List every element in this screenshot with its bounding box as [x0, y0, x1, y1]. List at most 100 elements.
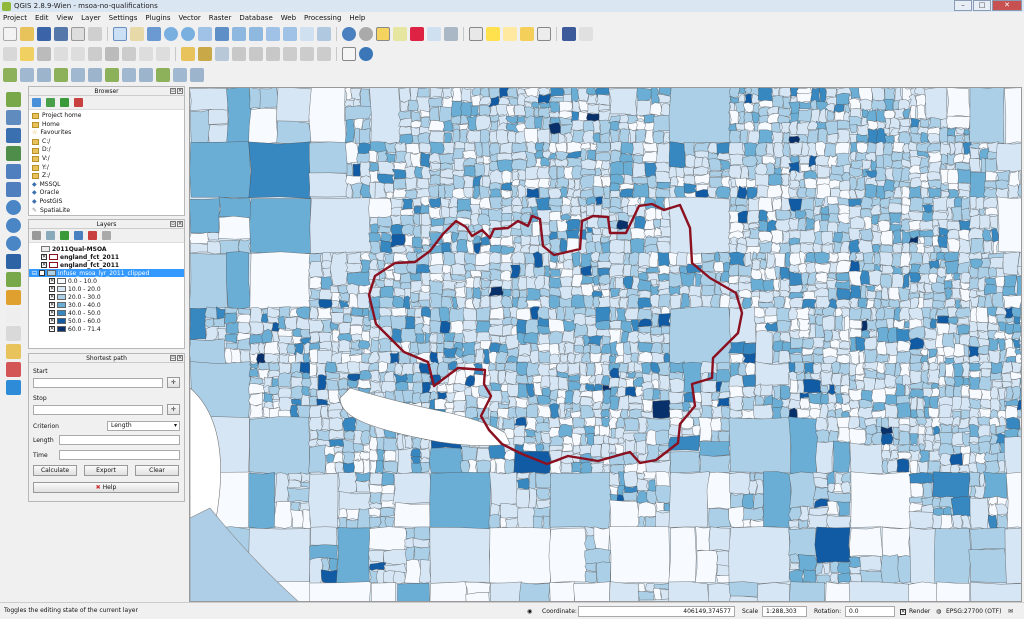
capture-start-icon[interactable]: ✛ — [167, 377, 180, 388]
float-panel-icon[interactable]: ▫ — [170, 221, 176, 227]
add-wfs-layer-icon[interactable] — [5, 236, 21, 251]
collapse-all-icon[interactable] — [88, 231, 97, 240]
time-field[interactable] — [59, 450, 180, 460]
legend-class-checkbox[interactable]: ✕ — [49, 286, 55, 292]
zoom-actual-size-icon[interactable] — [198, 27, 212, 41]
remove-layer-icon[interactable] — [102, 231, 111, 240]
save-layer-edits-icon[interactable] — [37, 47, 51, 61]
deselect-icon[interactable] — [393, 27, 407, 41]
float-panel-icon[interactable]: ▫ — [170, 355, 176, 361]
legend-item[interactable]: ✕ 30.0 - 40.0 — [29, 301, 184, 309]
plugin-tool-2-icon[interactable] — [20, 68, 34, 82]
coordinate-toggle-icon[interactable]: ◉ — [527, 608, 532, 615]
crs-status[interactable]: EPSG:27700 (OTF) — [946, 608, 1001, 615]
browser-item[interactable]: V:/ — [32, 155, 181, 164]
menu-edit[interactable]: Edit — [35, 14, 49, 22]
new-bookmark-icon[interactable] — [503, 27, 517, 41]
refresh-icon[interactable] — [32, 98, 41, 107]
select-by-expression-icon[interactable] — [410, 27, 424, 41]
new-project-icon[interactable] — [3, 27, 17, 41]
criterion-select[interactable]: Length ▾ — [107, 421, 180, 431]
add-vector-layer-icon[interactable] — [5, 92, 21, 107]
touch-zoom-icon[interactable] — [130, 27, 144, 41]
plugin-tool-8-icon[interactable] — [122, 68, 136, 82]
move-feature-icon[interactable] — [71, 47, 85, 61]
expand-all-icon[interactable] — [74, 231, 83, 240]
text-annotation-icon[interactable] — [537, 27, 551, 41]
legend-class-checkbox[interactable]: ✕ — [49, 302, 55, 308]
zoom-in-icon[interactable] — [164, 27, 178, 41]
browser-item[interactable]: Home — [32, 121, 181, 130]
cut-features-icon[interactable] — [122, 47, 136, 61]
new-print-composer-icon[interactable] — [71, 27, 85, 41]
menu-layer[interactable]: Layer — [81, 14, 101, 22]
layer-visibility-checkbox[interactable]: ✕ — [39, 270, 46, 276]
node-tool-icon[interactable] — [88, 47, 102, 61]
browser-item[interactable]: Y:/ — [32, 164, 181, 173]
zoom-selection-icon[interactable] — [232, 27, 246, 41]
add-wcs-layer-icon[interactable] — [5, 218, 21, 233]
save-as-icon[interactable] — [54, 27, 68, 41]
legend-item[interactable]: ✕ 60.0 - 71.4 — [29, 325, 184, 333]
start-point-input[interactable] — [33, 378, 163, 388]
legend-class-checkbox[interactable]: ✕ — [49, 294, 55, 300]
legend-item[interactable]: ✕ 50.0 - 60.0 — [29, 317, 184, 325]
legend-class-checkbox[interactable]: ✕ — [49, 318, 55, 324]
stop-point-input[interactable] — [33, 405, 163, 415]
highlight-labels-icon[interactable] — [215, 47, 229, 61]
styling-icon[interactable] — [32, 231, 41, 240]
menu-raster[interactable]: Raster — [209, 14, 232, 22]
run-feature-action-icon[interactable] — [359, 27, 373, 41]
coordinate-capture-icon[interactable] — [5, 362, 21, 377]
save-project-icon[interactable] — [37, 27, 51, 41]
legend-class-checkbox[interactable]: ✕ — [49, 326, 55, 332]
refresh-icon[interactable] — [317, 27, 331, 41]
plugin-tool-6-icon[interactable] — [88, 68, 102, 82]
clear-button[interactable]: Clear — [135, 465, 179, 476]
menu-plugins[interactable]: Plugins — [145, 14, 170, 22]
close-panel-icon[interactable]: × — [177, 221, 183, 227]
crs-icon[interactable]: ◍ — [936, 608, 941, 615]
layer-item[interactable]: ✕ england_fct_2011 — [29, 253, 184, 261]
georeferencer-icon[interactable] — [5, 344, 21, 359]
add-group-icon[interactable] — [46, 231, 55, 240]
pan-map-icon[interactable] — [113, 27, 127, 41]
calculate-button[interactable]: Calculate — [33, 465, 77, 476]
browser-item[interactable]: ◆ Oracle — [32, 189, 181, 198]
capture-stop-icon[interactable]: ✛ — [167, 404, 180, 415]
rotation-field[interactable]: 0.0 — [845, 606, 895, 617]
field-calculator-icon[interactable] — [444, 27, 458, 41]
menu-processing[interactable]: Processing — [304, 14, 341, 22]
help-button[interactable]: ✖ Help — [33, 482, 179, 493]
copy-features-icon[interactable] — [139, 47, 153, 61]
zoom-last-icon[interactable] — [266, 27, 280, 41]
pin-labels-icon[interactable] — [198, 47, 212, 61]
python-console-icon[interactable] — [359, 47, 373, 61]
float-panel-icon[interactable]: ▫ — [170, 88, 176, 94]
maximize-button[interactable]: □ — [973, 0, 991, 11]
map-tips-icon[interactable] — [486, 27, 500, 41]
change-label-icon[interactable] — [266, 47, 280, 61]
map-canvas[interactable] — [189, 87, 1022, 602]
menu-project[interactable]: Project — [3, 14, 27, 22]
plugin-tool-12-icon[interactable] — [190, 68, 204, 82]
add-feature-icon[interactable] — [54, 47, 68, 61]
layer-item[interactable]: 2011Qual-MSOA — [29, 245, 184, 253]
csv-import-icon[interactable] — [342, 47, 356, 61]
select-features-icon[interactable] — [376, 27, 390, 41]
label-properties-icon[interactable] — [317, 47, 331, 61]
move-diagram-icon[interactable] — [300, 47, 314, 61]
close-panel-icon[interactable]: × — [177, 355, 183, 361]
menu-view[interactable]: View — [57, 14, 74, 22]
help-contents-icon[interactable] — [562, 27, 576, 41]
close-panel-icon[interactable]: × — [177, 88, 183, 94]
new-map-view-icon[interactable] — [300, 27, 314, 41]
zoom-next-icon[interactable] — [283, 27, 297, 41]
attribute-table-icon[interactable] — [427, 27, 441, 41]
messages-icon[interactable]: ✉ — [1008, 608, 1013, 615]
add-delimited-text-icon[interactable] — [5, 254, 21, 269]
zoom-full-icon[interactable] — [215, 27, 229, 41]
legend-item[interactable]: ✕ 20.0 - 30.0 — [29, 293, 184, 301]
add-mssql-layer-icon[interactable] — [5, 164, 21, 179]
layer-item-selected[interactable]: ⊟ ✕ infuse_msoa_lyr_2011_clipped — [29, 269, 184, 277]
